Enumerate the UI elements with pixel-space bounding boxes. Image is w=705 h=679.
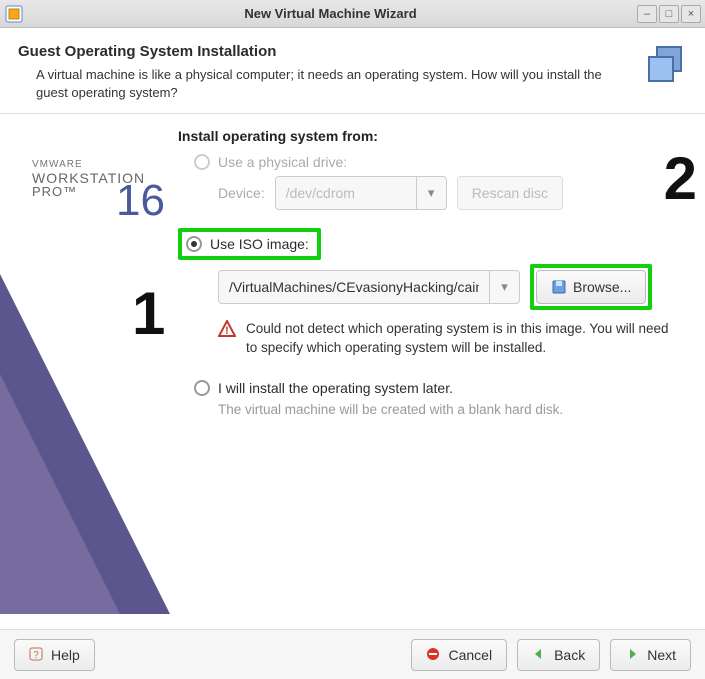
device-combo: ▾ (275, 176, 447, 210)
radio-later-label: I will install the operating system late… (218, 380, 453, 396)
annotation-highlight-browse: Browse... (530, 264, 652, 310)
iso-warning: ! Could not detect which operating syste… (218, 320, 687, 358)
wizard-sidebar: VMWARE WORKSTATION PRO™ 16 (0, 114, 172, 614)
maximize-button[interactable]: □ (659, 5, 679, 23)
radio-physical-label: Use a physical drive: (218, 154, 347, 170)
vmware-logo: VMWARE WORKSTATION PRO™ 16 (32, 160, 145, 199)
arrow-left-icon (532, 647, 548, 663)
iso-warning-text: Could not detect which operating system … (246, 320, 677, 358)
radio-icon (194, 154, 210, 170)
wizard-header: Guest Operating System Installation A vi… (0, 29, 705, 114)
svg-text:!: ! (225, 325, 229, 337)
install-from-label: Install operating system from: (178, 128, 687, 144)
cancel-button[interactable]: Cancel (411, 639, 507, 671)
disk-icon (551, 279, 567, 295)
page-description: A virtual machine is like a physical com… (36, 66, 631, 101)
wizard-footer: ? Help Cancel Back Next (0, 629, 705, 679)
iso-path-combo[interactable]: ▾ (218, 270, 520, 304)
device-label: Device: (218, 185, 265, 201)
annotation-step-2: 2 (664, 144, 697, 213)
close-button[interactable]: × (681, 5, 701, 23)
window-buttons: – □ × (637, 5, 701, 23)
app-icon (4, 4, 24, 24)
radio-later-sub: The virtual machine will be created with… (218, 402, 687, 417)
cancel-icon (426, 647, 442, 663)
rescan-disc-button: Rescan disc (457, 176, 563, 210)
radio-icon (186, 236, 202, 252)
wizard-main: Install operating system from: Use a phy… (172, 114, 705, 614)
header-icon (643, 43, 687, 87)
radio-iso-label: Use ISO image: (210, 236, 309, 252)
chevron-down-icon: ▾ (416, 177, 446, 209)
browse-button[interactable]: Browse... (536, 270, 646, 304)
iso-path-input[interactable] (219, 271, 489, 303)
titlebar: New Virtual Machine Wizard – □ × (0, 0, 705, 28)
warning-icon: ! (218, 320, 236, 358)
help-button[interactable]: ? Help (14, 639, 95, 671)
radio-install-later[interactable]: I will install the operating system late… (194, 380, 687, 396)
wizard-content: Guest Operating System Installation A vi… (0, 28, 705, 629)
annotation-step-1: 1 (132, 279, 165, 348)
arrow-right-icon (625, 647, 641, 663)
window-title: New Virtual Machine Wizard (24, 6, 637, 21)
help-icon: ? (29, 647, 45, 663)
radio-icon (194, 380, 210, 396)
next-button[interactable]: Next (610, 639, 691, 671)
back-button[interactable]: Back (517, 639, 600, 671)
radio-physical-drive[interactable]: Use a physical drive: (194, 154, 687, 170)
annotation-highlight-iso-radio: Use ISO image: (178, 228, 321, 260)
minimize-button[interactable]: – (637, 5, 657, 23)
radio-iso-image[interactable]: Use ISO image: (186, 236, 309, 252)
chevron-down-icon[interactable]: ▾ (489, 271, 519, 303)
svg-text:?: ? (33, 650, 39, 661)
page-heading: Guest Operating System Installation (18, 43, 631, 60)
device-input (276, 177, 416, 209)
